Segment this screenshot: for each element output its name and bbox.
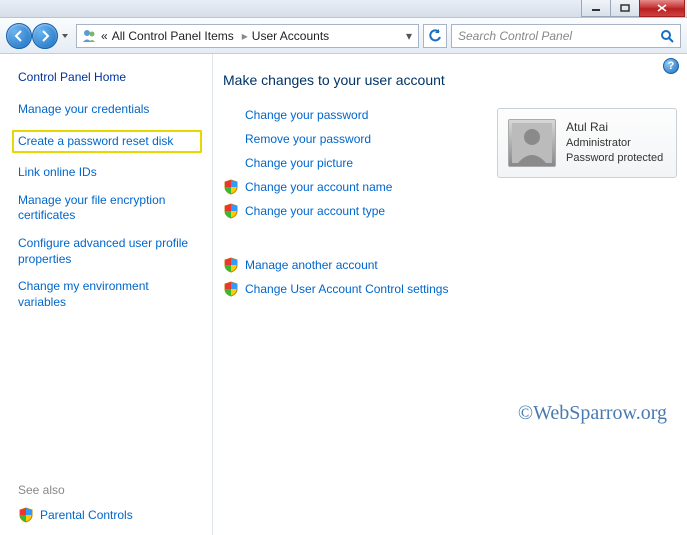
user-status: Password protected [566,151,663,166]
sidebar-link-password-reset-disk[interactable]: Create a password reset disk [12,130,202,154]
user-name: Atul Rai [566,119,663,136]
shield-icon [223,203,239,219]
breadcrumb-item[interactable]: User Accounts [252,29,329,43]
link-manage-another-account[interactable]: Manage another account [223,258,481,272]
shield-icon [223,257,239,273]
search-input[interactable]: Search Control Panel [451,24,681,48]
see-also-heading: See also [18,483,200,497]
parental-controls-link[interactable]: Parental Controls [18,507,200,523]
sidebar-link-online-ids[interactable]: Link online IDs [18,165,200,181]
link-uac-settings[interactable]: Change User Account Control settings [223,282,481,296]
forward-button[interactable] [32,23,58,49]
link-change-password[interactable]: Change your password [223,108,481,122]
sidebar-link-profile-properties[interactable]: Configure advanced user profile properti… [18,236,200,267]
link-change-account-name[interactable]: Change your account name [223,180,481,194]
breadcrumb-item[interactable]: All Control Panel Items [112,29,234,43]
search-placeholder: Search Control Panel [458,29,660,43]
back-button[interactable] [6,23,32,49]
link-change-picture[interactable]: Change your picture [223,156,481,170]
nav-history-dropdown[interactable] [58,23,72,49]
sidebar-link-encryption-certs[interactable]: Manage your file encryption certificates [18,193,200,224]
search-icon [660,29,674,43]
close-button[interactable] [639,0,685,17]
minimize-button[interactable] [581,0,611,17]
shield-icon [223,281,239,297]
maximize-button[interactable] [610,0,640,17]
shield-icon [18,507,34,523]
control-panel-home-link[interactable]: Control Panel Home [18,70,200,84]
watermark: ©WebSparrow.org [518,402,667,425]
breadcrumb-sep: « [101,29,108,43]
avatar [508,119,556,167]
sidebar-link-env-variables[interactable]: Change my environment variables [18,279,200,310]
address-dropdown-icon[interactable]: ▾ [404,29,414,43]
user-role: Administrator [566,136,663,151]
refresh-button[interactable] [423,24,447,48]
help-icon[interactable]: ? [663,58,679,74]
link-change-account-type[interactable]: Change your account type [223,204,481,218]
breadcrumb-arrow-icon: ▸ [242,29,248,43]
page-title: Make changes to your user account [223,72,677,88]
parental-controls-label: Parental Controls [40,508,133,522]
sidebar-link-credentials[interactable]: Manage your credentials [18,102,200,118]
shield-icon [223,179,239,195]
user-account-card: Atul Rai Administrator Password protecte… [497,108,677,178]
address-bar[interactable]: « All Control Panel Items ▸ User Account… [76,24,419,48]
user-accounts-icon [81,28,97,44]
link-remove-password[interactable]: Remove your password [223,132,481,146]
